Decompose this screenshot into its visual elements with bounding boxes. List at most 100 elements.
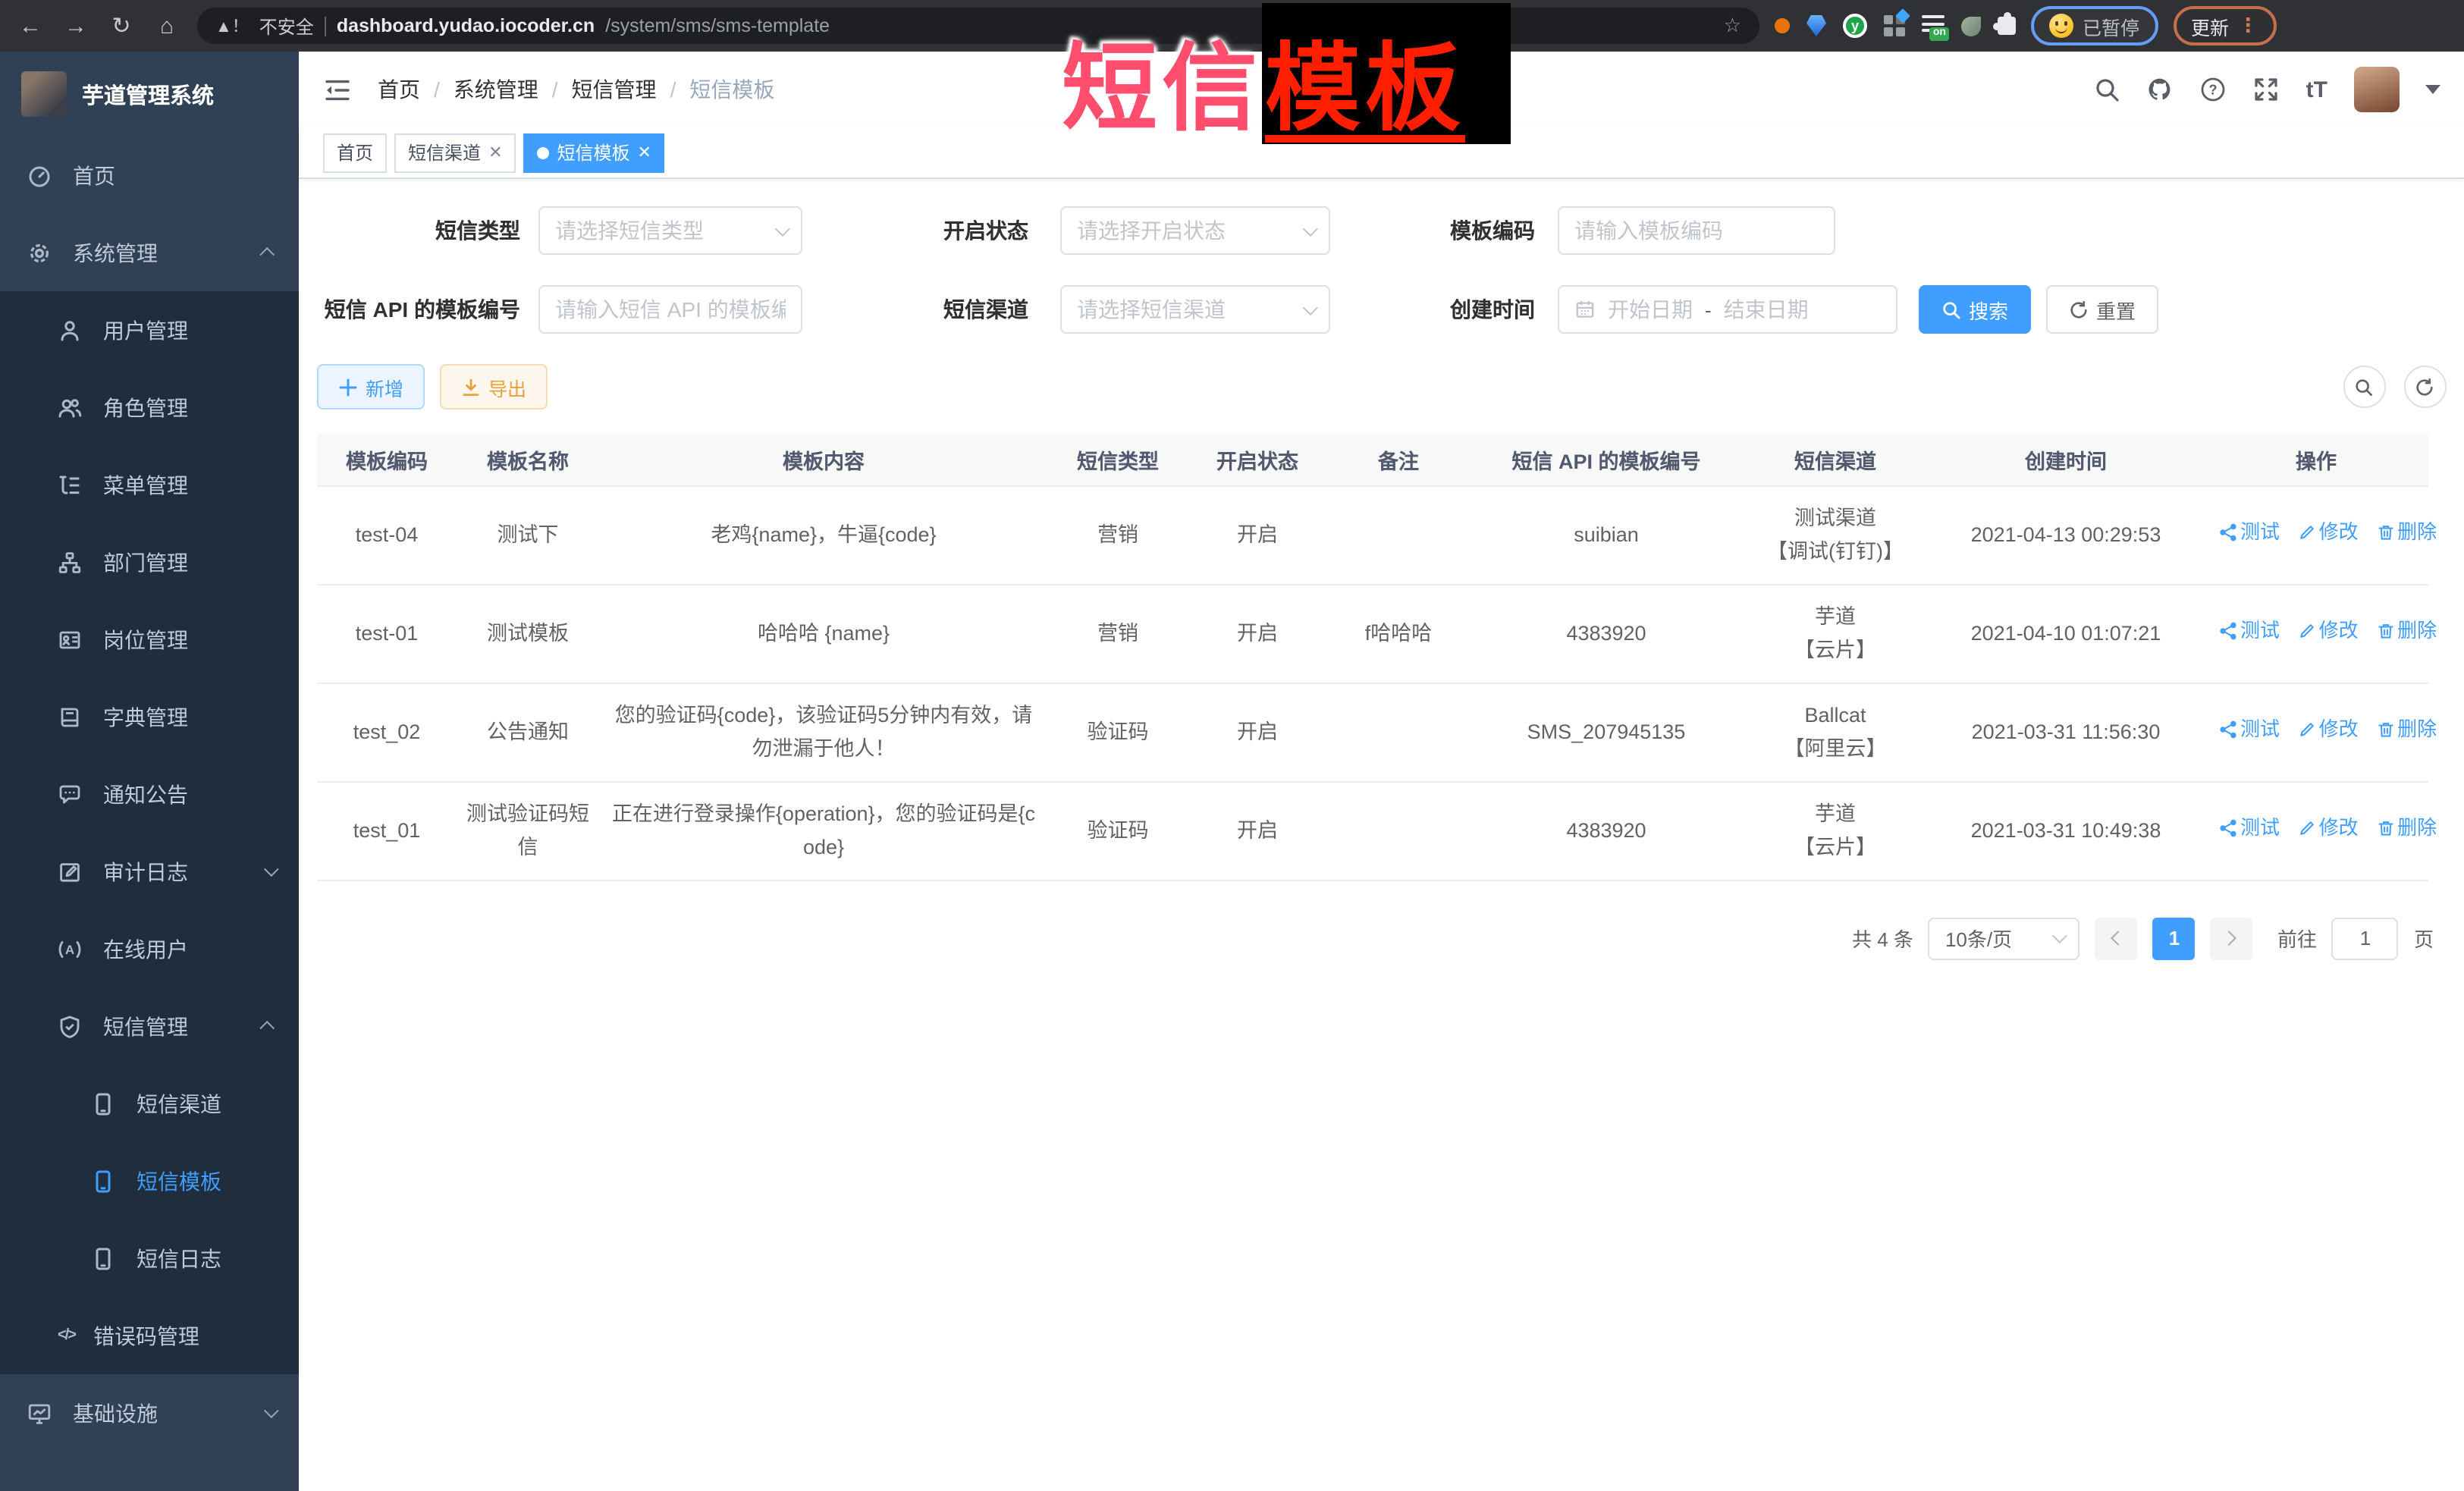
extension-on-badge: on xyxy=(1930,27,1949,41)
sms-type-select[interactable]: 请选择短信类型 xyxy=(538,206,802,255)
goto-page-input[interactable] xyxy=(2332,917,2399,959)
search-icon[interactable] xyxy=(2094,76,2121,103)
close-icon[interactable]: ✕ xyxy=(638,143,651,162)
status-select[interactable]: 请选择开启状态 xyxy=(1060,206,1330,255)
table-row: test_02 公告通知 您的验证码{code}，该验证码5分钟内有效，请勿泄漏… xyxy=(317,683,2428,781)
sidebar-item-audit-log[interactable]: 审计日志 xyxy=(0,833,299,910)
fullscreen-icon[interactable] xyxy=(2253,76,2280,103)
refresh-icon xyxy=(2069,300,2089,319)
app-logo-row[interactable]: 芋道管理系统 xyxy=(0,52,299,137)
edit-link[interactable]: 修改 xyxy=(2298,714,2359,746)
col-header-type: 短信类型 xyxy=(1048,434,1188,485)
tag-sms-template[interactable]: 短信模板 ✕ xyxy=(524,133,665,172)
leaf-extension-icon[interactable] xyxy=(1961,16,1981,36)
add-button[interactable]: 新增 xyxy=(317,364,425,410)
sidebar-item-error-codes[interactable]: </> 错误码管理 xyxy=(0,1297,299,1374)
search-icon xyxy=(1941,300,1961,319)
sidebar-toggle-icon[interactable] xyxy=(323,75,352,104)
help-icon[interactable]: ? xyxy=(2200,76,2227,103)
export-button[interactable]: 导出 xyxy=(440,364,548,410)
tag-home[interactable]: 首页 xyxy=(323,133,387,172)
sidebar-item-dictionary[interactable]: 字典管理 xyxy=(0,678,299,755)
breadcrumb-separator: / xyxy=(434,77,440,102)
address-bar[interactable]: ▲！ 不安全 dashboard.yudao.iocoder.cn /syste… xyxy=(197,8,1759,44)
user-icon xyxy=(58,318,82,342)
sidebar-item-posts[interactable]: 岗位管理 xyxy=(0,601,299,678)
list-extension-icon[interactable]: on xyxy=(1922,15,1945,36)
sidebar: 芋道管理系统 首页 系统管理 用户管理 角色管理 xyxy=(0,52,299,1491)
edit-link[interactable]: 修改 xyxy=(2298,813,2359,845)
api-template-id-input[interactable] xyxy=(555,297,786,322)
annotation-text-red: 模板 xyxy=(1262,3,1511,144)
sidebar-item-departments[interactable]: 部门管理 xyxy=(0,523,299,601)
api-template-id-input-wrap xyxy=(538,285,802,334)
sidebar-item-infrastructure[interactable]: 基础设施 xyxy=(0,1374,299,1452)
sms-template-table: 模板编码 模板名称 模板内容 短信类型 开启状态 备注 短信 API 的模板编号… xyxy=(317,434,2428,880)
screen: ← → ↻ ⌂ ▲！ 不安全 dashboard.yudao.iocoder.c… xyxy=(0,0,2464,1491)
share-icon xyxy=(2219,623,2237,641)
pencil-icon xyxy=(2298,524,2316,542)
page-number-1[interactable]: 1 xyxy=(2153,917,2196,959)
grid-extension-icon[interactable] xyxy=(1884,15,1905,36)
breadcrumb-home[interactable]: 首页 xyxy=(378,74,420,105)
sidebar-item-system[interactable]: 系统管理 xyxy=(0,214,299,291)
blue-gem-extension-icon[interactable] xyxy=(1806,15,1826,36)
reload-icon[interactable]: ↻ xyxy=(106,12,137,39)
sidebar-item-sms-log[interactable]: 短信日志 xyxy=(0,1219,299,1297)
table-toolbar: 新增 导出 xyxy=(317,364,2446,410)
prev-page-button[interactable] xyxy=(2095,917,2138,959)
tag-sms-channel[interactable]: 短信渠道 ✕ xyxy=(394,133,516,172)
user-avatar[interactable] xyxy=(2353,67,2399,112)
browser-profile-chip[interactable]: 已暂停 xyxy=(2031,6,2158,46)
reset-button[interactable]: 重置 xyxy=(2046,285,2158,334)
refresh-table-button[interactable] xyxy=(2403,366,2446,408)
back-icon[interactable]: ← xyxy=(15,13,46,39)
font-size-icon[interactable]: tT xyxy=(2306,77,2327,102)
y-extension-icon[interactable]: y xyxy=(1843,14,1867,38)
show-search-toggle-button[interactable] xyxy=(2343,366,2385,408)
goto-label: 前往 xyxy=(2277,924,2317,953)
orange-extension-icon[interactable] xyxy=(1775,18,1790,33)
delete-link[interactable]: 删除 xyxy=(2376,517,2437,549)
template-code-input[interactable] xyxy=(1574,218,1819,243)
channel-select[interactable]: 请选择短信渠道 xyxy=(1060,285,1330,334)
delete-link[interactable]: 删除 xyxy=(2376,813,2437,845)
close-icon[interactable]: ✕ xyxy=(488,143,502,162)
sidebar-item-online-users[interactable]: A 在线用户 xyxy=(0,910,299,987)
browser-update-chip[interactable]: 更新 ⋮ xyxy=(2173,6,2276,46)
bookmark-star-icon[interactable]: ☆ xyxy=(1724,14,1741,38)
test-link[interactable]: 测试 xyxy=(2219,714,2280,746)
home-icon[interactable]: ⌂ xyxy=(152,13,182,39)
test-link[interactable]: 测试 xyxy=(2219,616,2280,648)
test-link[interactable]: 测试 xyxy=(2219,517,2280,549)
puzzle-extensions-icon[interactable] xyxy=(1998,17,2016,35)
sidebar-item-notices[interactable]: 通知公告 xyxy=(0,755,299,833)
sidebar-item-menus[interactable]: 菜单管理 xyxy=(0,446,299,523)
edit-link[interactable]: 修改 xyxy=(2298,616,2359,648)
svg-text:?: ? xyxy=(2209,82,2218,97)
page-size-select[interactable]: 10条/页 xyxy=(1929,917,2080,959)
sidebar-item-sms[interactable]: 短信管理 xyxy=(0,987,299,1065)
sidebar-item-roles[interactable]: 角色管理 xyxy=(0,369,299,446)
forward-icon[interactable]: → xyxy=(61,13,91,39)
delete-link[interactable]: 删除 xyxy=(2376,714,2437,746)
sidebar-item-users[interactable]: 用户管理 xyxy=(0,291,299,369)
search-button[interactable]: 搜索 xyxy=(1919,285,2031,334)
sidebar-item-sms-template[interactable]: 短信模板 xyxy=(0,1142,299,1219)
breadcrumb-separator: / xyxy=(552,77,558,102)
date-range-picker[interactable]: 开始日期 - 结束日期 xyxy=(1558,285,1897,334)
delete-link[interactable]: 删除 xyxy=(2376,616,2437,648)
edit-link[interactable]: 修改 xyxy=(2298,517,2359,549)
github-icon[interactable] xyxy=(2147,76,2174,103)
avatar-caret-icon[interactable] xyxy=(2425,85,2440,94)
sidebar-item-home[interactable]: 首页 xyxy=(0,137,299,214)
app-title: 芋道管理系统 xyxy=(82,78,214,110)
phone-icon xyxy=(91,1091,115,1116)
kebab-menu-icon[interactable]: ⋮ xyxy=(2238,14,2258,38)
breadcrumb-system[interactable]: 系统管理 xyxy=(454,74,538,105)
sidebar-item-sms-channel[interactable]: 短信渠道 xyxy=(0,1065,299,1142)
breadcrumb-sms[interactable]: 短信管理 xyxy=(572,74,657,105)
sms-type-label: 短信类型 xyxy=(317,215,532,246)
next-page-button[interactable] xyxy=(2211,917,2253,959)
test-link[interactable]: 测试 xyxy=(2219,813,2280,845)
